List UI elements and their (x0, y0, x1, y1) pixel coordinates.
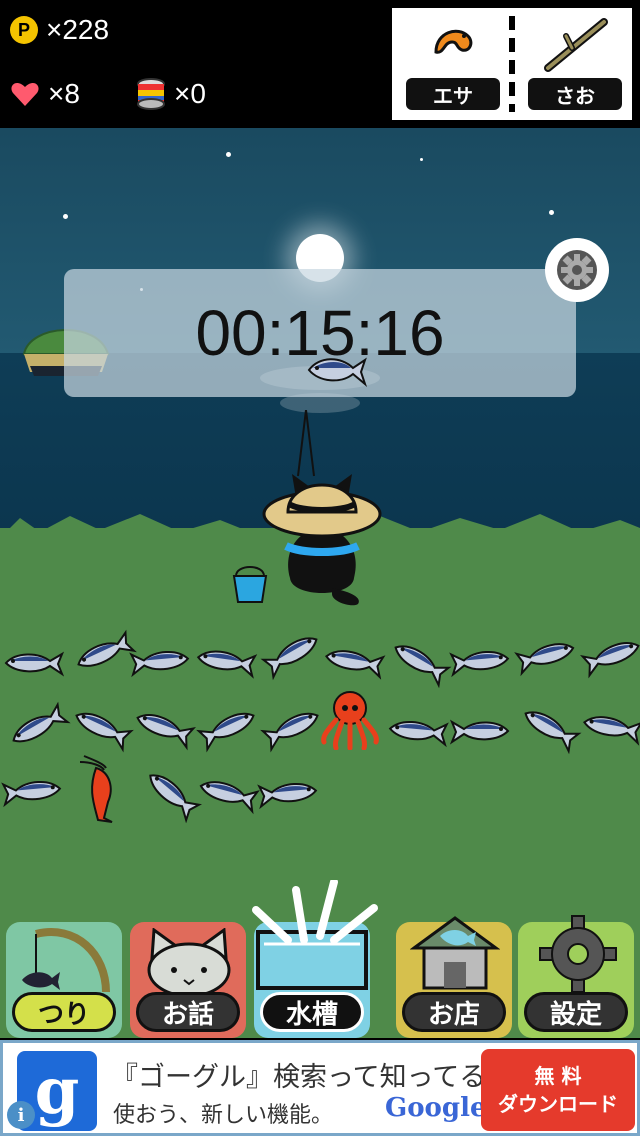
fishing-cat (262, 474, 382, 606)
rod-slot[interactable]: さお (520, 8, 630, 120)
star (420, 158, 423, 161)
caught-fish[interactable] (2, 648, 65, 682)
bait-slot[interactable]: エサ (398, 8, 508, 120)
equipment-divider (509, 16, 515, 112)
coin-icon: P (10, 16, 38, 44)
nav-story[interactable]: お話 (130, 922, 246, 1038)
ad-banner[interactable]: g 『ゴーグル』検索って知ってる? 使おう、新しい機能。 Google 無 料 … (0, 1040, 640, 1136)
gear-icon (557, 250, 597, 290)
caught-fish[interactable] (196, 712, 260, 753)
caught-fish[interactable] (260, 637, 324, 681)
caught-fish[interactable] (449, 716, 512, 750)
star (63, 214, 68, 219)
ad-download-button[interactable]: 無 料 ダウンロード (481, 1049, 635, 1131)
caught-fish[interactable] (260, 712, 324, 753)
caught-fish[interactable] (196, 778, 260, 815)
heart-icon (11, 82, 39, 106)
caught-fish[interactable] (72, 629, 137, 672)
caught-fish[interactable] (386, 716, 449, 750)
ad-subline: 使おう、新しい機能。 (113, 1103, 334, 1128)
caught-fish[interactable] (129, 646, 192, 680)
caught-fish[interactable] (257, 778, 320, 812)
settings-gear-icon (539, 915, 617, 993)
top-hud: P ×228 ×8 ×0 エサ さお (0, 0, 640, 128)
caught-fish[interactable] (132, 712, 197, 751)
stick-rod-icon (544, 18, 608, 72)
star (549, 210, 554, 215)
cat-face-icon (147, 928, 231, 998)
lives-count: ×8 (48, 78, 80, 109)
shrimp-bait-icon (434, 29, 473, 54)
caught-fish[interactable] (518, 711, 582, 755)
settings-gear-button[interactable] (545, 238, 609, 302)
aquarium-tank-icon (252, 880, 378, 990)
caught-fish[interactable] (449, 646, 512, 680)
caught-fish[interactable] (70, 712, 134, 753)
ad-cta-line2: ダウンロード (498, 1092, 618, 1116)
bottom-navigation: つり お話 水槽 お店 設定 (0, 880, 640, 1040)
caught-fish[interactable] (580, 712, 640, 746)
shop-icon (410, 916, 500, 990)
ad-cta-line1: 無 料 (534, 1064, 582, 1088)
caught-fish[interactable] (322, 646, 386, 680)
caught-fish[interactable] (388, 645, 452, 689)
bait-label: エサ (406, 78, 500, 110)
nav-fishing-label: つり (12, 992, 116, 1032)
caught-fish[interactable] (6, 701, 71, 746)
caught-fish[interactable] (514, 640, 578, 677)
caught-octopus[interactable] (318, 686, 382, 754)
nav-story-label: お話 (136, 992, 240, 1032)
equipment-panel: エサ さお (392, 8, 632, 120)
nav-fishing[interactable]: つり (6, 922, 122, 1038)
can-icon (137, 78, 165, 110)
nav-settings[interactable]: 設定 (518, 915, 634, 1038)
ad-info-icon[interactable]: i (7, 1101, 35, 1129)
can-count: ×0 (174, 78, 206, 109)
caught-fish[interactable] (579, 640, 640, 679)
caught-fish[interactable] (194, 646, 258, 680)
hooked-fish (307, 357, 367, 387)
caught-shrimp[interactable] (74, 754, 122, 828)
coin-counter: P ×228 (10, 14, 109, 46)
fishing-rod-icon (22, 928, 110, 993)
rod-label: さお (528, 78, 622, 110)
nav-shop[interactable]: お店 (396, 916, 512, 1038)
caught-fish[interactable] (140, 774, 203, 824)
lives-counter: ×8 (10, 78, 80, 110)
caught-fish[interactable] (1, 776, 64, 810)
bucket (232, 566, 268, 603)
nav-shop-label: お店 (402, 992, 506, 1032)
nav-aquarium[interactable]: 水槽 (252, 880, 378, 1038)
can-counter: ×0 (136, 78, 206, 110)
ad-headline: 『ゴーグル』検索って知ってる? (111, 1062, 501, 1093)
nav-aquarium-label: 水槽 (260, 992, 364, 1032)
ad-brand: Google (385, 1093, 487, 1123)
coin-count: ×228 (46, 14, 110, 45)
star (226, 152, 231, 157)
nav-settings-label: 設定 (524, 992, 628, 1032)
